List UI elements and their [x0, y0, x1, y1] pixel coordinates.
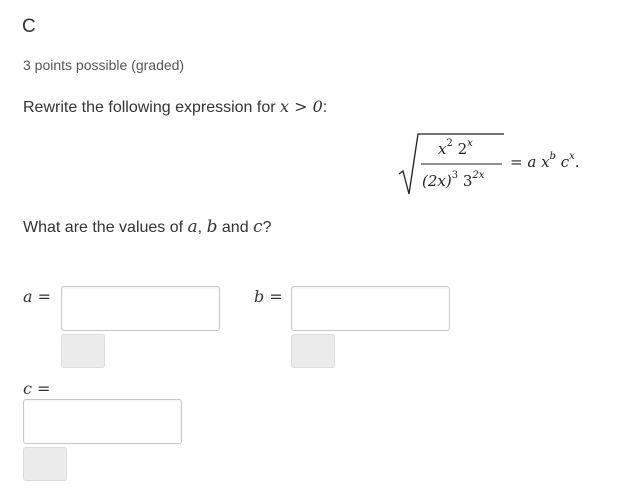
prompt-condition-math: x > 0: [280, 97, 323, 116]
a-input[interactable]: [61, 286, 220, 331]
var-b: b: [206, 217, 218, 237]
a-label: a =: [23, 287, 52, 306]
var-c: c: [253, 217, 263, 237]
denominator: (2x)3 32x: [422, 170, 485, 191]
prompt-text: Rewrite the following expression for: [23, 99, 281, 116]
c-label: c =: [23, 379, 51, 398]
b-status-indicator: [291, 334, 335, 368]
prompt-colon: :: [322, 99, 328, 116]
b-label: b =: [254, 287, 283, 306]
a-status-indicator: [61, 334, 105, 368]
var-a: a: [187, 217, 198, 237]
b-input[interactable]: [291, 286, 450, 331]
c-status-indicator: [23, 447, 67, 481]
expression-equation: x2 2x (2x)3 32x = a xb cx.: [398, 128, 608, 206]
values-question: What are the values of a, b and c?: [23, 217, 272, 237]
points-possible: 3 points possible (graded): [23, 57, 185, 73]
problem-prompt: Rewrite the following expression for x >…: [23, 97, 327, 117]
numerator: x2 2x: [438, 138, 473, 159]
right-hand-side: = a xb cx.: [510, 151, 580, 172]
c-input[interactable]: [23, 399, 182, 444]
problem-title: C: [22, 16, 36, 37]
question-text: What are the values of: [23, 219, 188, 236]
